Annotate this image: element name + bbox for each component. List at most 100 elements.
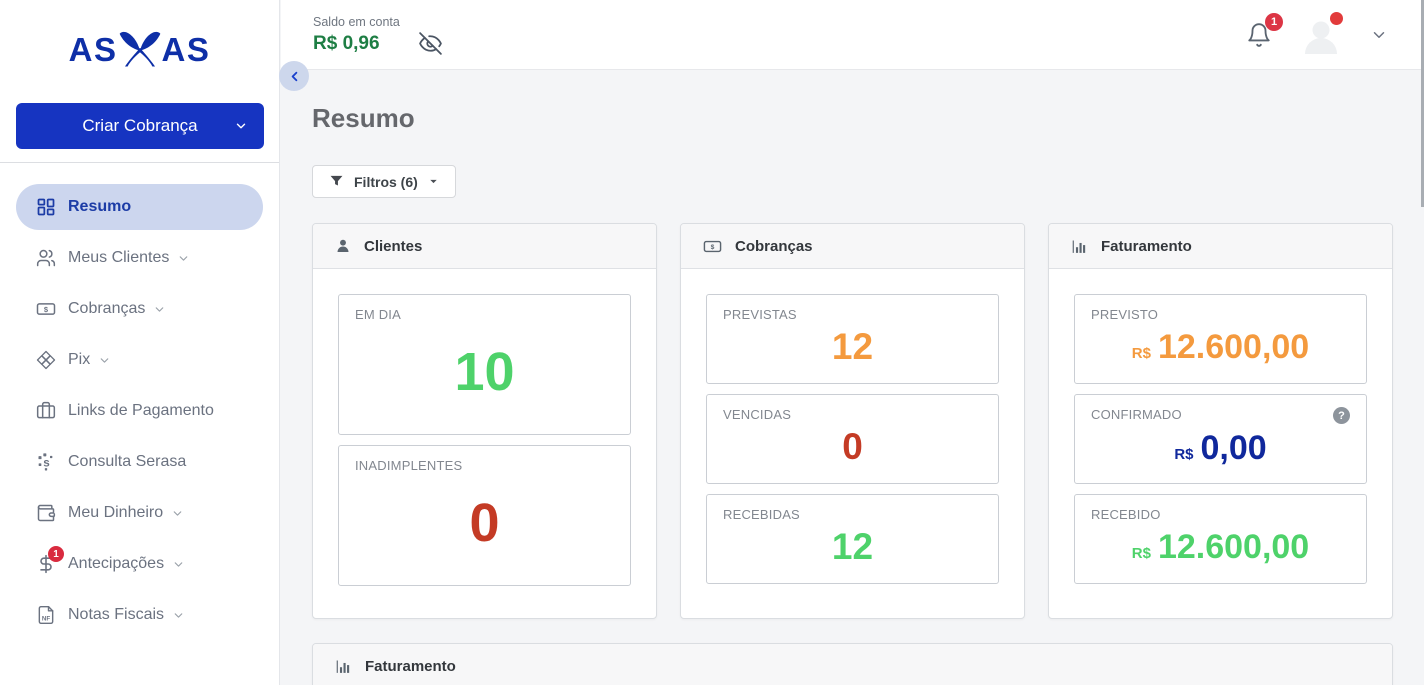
stat-previstas: PREVISTAS 12 (706, 294, 999, 384)
sidebar: AS AS Criar Cobrança Resumo (0, 0, 280, 685)
sidebar-item-label: Meu Dinheiro (68, 504, 163, 522)
stat-value: 12 (832, 328, 873, 365)
users-icon (36, 248, 56, 268)
invoice-icon: NF (36, 605, 56, 625)
filters-button-label: Filtros (6) (354, 174, 418, 190)
person-icon (335, 238, 351, 254)
faturamento-chart-card-header: Faturamento (313, 644, 1392, 685)
card-title: Clientes (364, 238, 422, 255)
sidebar-item-notas-fiscais[interactable]: NF Notas Fiscais (16, 592, 263, 638)
wallet-icon (36, 503, 56, 523)
chevron-down-icon (172, 609, 185, 622)
chevron-down-icon[interactable] (1370, 26, 1388, 44)
sidebar-item-label: Meus Clientes (68, 249, 169, 267)
filters-button[interactable]: Filtros (6) (312, 165, 456, 198)
svg-text:NF: NF (42, 615, 51, 622)
asaas-wings-icon (117, 26, 163, 68)
sidebar-item-label: Antecipações (68, 555, 164, 573)
sidebar-item-label: Pix (68, 351, 90, 369)
pix-icon (36, 350, 56, 370)
card-title: Cobranças (735, 238, 813, 255)
sidebar-item-consulta-serasa[interactable]: s Consulta Serasa (16, 439, 263, 485)
stat-label: PREVISTO (1091, 307, 1350, 322)
help-icon[interactable]: ? (1333, 407, 1350, 424)
currency-prefix: R$ (1132, 345, 1151, 362)
stat-label: RECEBIDO (1091, 507, 1350, 522)
dashboard-icon (36, 197, 56, 217)
hide-balance-button[interactable] (418, 31, 443, 56)
caret-down-icon (428, 176, 439, 187)
stat-label: VENCIDAS (723, 407, 982, 422)
stat-value: 0,00 (1201, 431, 1267, 465)
currency-prefix: R$ (1174, 446, 1193, 463)
stat-value: 12 (832, 528, 873, 565)
topbar: Saldo em conta R$ 0,96 (281, 0, 1424, 70)
sidebar-item-resumo[interactable]: Resumo (16, 184, 263, 230)
sidebar-item-cobrancas[interactable]: $ Cobranças (16, 286, 263, 332)
page-title: Resumo (312, 103, 1393, 134)
card-title: Faturamento (1101, 238, 1192, 255)
svg-text:$: $ (711, 244, 715, 251)
faturamento-card-header: Faturamento (1049, 224, 1392, 269)
sidebar-item-antecipacoes[interactable]: 1 Antecipações (16, 541, 263, 587)
chevron-down-icon (172, 558, 185, 571)
sidebar-item-meu-dinheiro[interactable]: Meu Dinheiro (16, 490, 263, 536)
stat-inadimplentes: INADIMPLENTES 0 (338, 445, 631, 586)
avatar-status-dot (1330, 12, 1343, 25)
stat-confirmado: CONFIRMADO ? R$ 0,00 (1074, 394, 1367, 484)
stat-em-dia: EM DIA 10 (338, 294, 631, 435)
clientes-card-header: Clientes (313, 224, 656, 269)
sidebar-item-links-de-pagamento[interactable]: Links de Pagamento (16, 388, 263, 434)
serasa-icon: s (36, 452, 56, 472)
eye-off-icon (418, 31, 443, 56)
antecipacoes-badge: 1 (48, 546, 64, 562)
cobrancas-card: $ Cobranças PREVISTAS 12 VENCIDAS 0 RECE… (680, 223, 1025, 619)
sidebar-item-label: Consulta Serasa (68, 453, 186, 471)
create-charge-label: Criar Cobrança (82, 116, 197, 136)
sidebar-item-meus-clientes[interactable]: Meus Clientes (16, 235, 263, 281)
chevron-down-icon (98, 354, 111, 367)
user-menu-button[interactable] (1298, 12, 1344, 58)
banknote-icon: $ (36, 299, 56, 319)
bar-chart-icon (1071, 238, 1088, 255)
chevron-left-icon (287, 69, 302, 84)
card-title: Faturamento (365, 658, 456, 675)
summary-cards-row: Clientes EM DIA 10 INADIMPLENTES 0 (312, 223, 1393, 619)
main-content: Resumo Filtros (6) Clientes EM DIA (281, 71, 1424, 685)
create-charge-button[interactable]: Criar Cobrança (16, 103, 264, 149)
svg-text:$: $ (44, 305, 49, 314)
bar-chart-icon (335, 658, 352, 675)
stat-value: 12.600,00 (1158, 330, 1309, 364)
dollar-icon: 1 (36, 554, 56, 574)
collapse-sidebar-button[interactable] (279, 61, 309, 91)
balance-label: Saldo em conta (313, 15, 443, 29)
sidebar-item-label: Cobranças (68, 300, 145, 318)
cobrancas-card-header: $ Cobranças (681, 224, 1024, 269)
faturamento-chart-card: Faturamento (312, 643, 1393, 685)
chevron-down-icon (153, 303, 166, 316)
faturamento-card: Faturamento PREVISTO R$ 12.600,00 CONFIR… (1048, 223, 1393, 619)
stat-label: EM DIA (355, 307, 614, 322)
svg-text:s: s (43, 457, 49, 470)
sidebar-item-pix[interactable]: Pix (16, 337, 263, 383)
chevron-down-icon (234, 119, 248, 133)
stat-vencidas: VENCIDAS 0 (706, 394, 999, 484)
sidebar-menu: Resumo Meus Clientes $ Cobranças (0, 163, 279, 638)
balance-value: R$ 0,96 (313, 33, 380, 55)
chevron-down-icon (171, 507, 184, 520)
sidebar-item-label: Resumo (68, 198, 131, 216)
logo-text-left: AS (69, 30, 118, 70)
balance-block: Saldo em conta R$ 0,96 (313, 13, 443, 56)
stat-label: PREVISTAS (723, 307, 982, 322)
asaas-logo[interactable]: AS AS (0, 18, 279, 70)
stat-label: CONFIRMADO (1091, 407, 1182, 422)
stat-previsto: PREVISTO R$ 12.600,00 (1074, 294, 1367, 384)
currency-prefix: R$ (1132, 545, 1151, 562)
notifications-badge: 1 (1265, 13, 1283, 31)
funnel-icon (329, 174, 344, 189)
briefcase-icon (36, 401, 56, 421)
stat-label: RECEBIDAS (723, 507, 982, 522)
notifications-button[interactable]: 1 (1246, 22, 1272, 48)
sidebar-item-label: Links de Pagamento (68, 402, 214, 420)
stat-recebidas: RECEBIDAS 12 (706, 494, 999, 584)
